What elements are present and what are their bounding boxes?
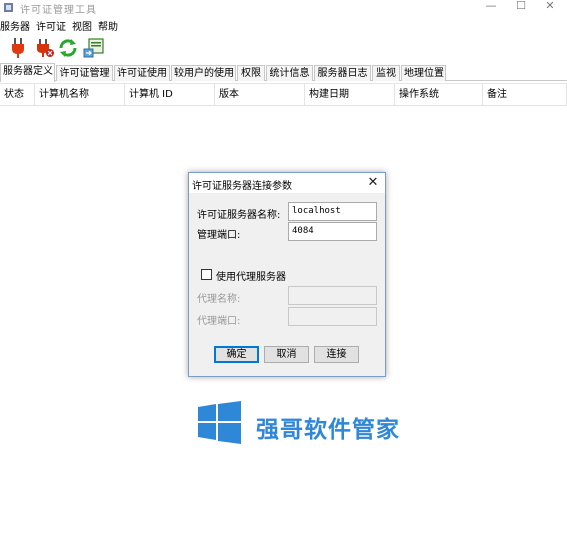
tab-license-management[interactable]: 许可证管理 [56,65,113,81]
dialog-title-bar: 许可证服务器连接参数 ✕ [189,173,385,193]
column-header-notes[interactable]: 备注 [483,84,567,106]
windows-logo [198,401,241,444]
server-name-input[interactable]: localhost [288,202,377,221]
toolbar [0,34,567,62]
cancel-button[interactable]: 取消 [264,346,309,363]
column-header-status[interactable]: 状态 [0,84,35,106]
column-header-computer-name[interactable]: 计算机名称 [35,84,125,106]
column-header-os[interactable]: 操作系统 [395,84,483,106]
tab-permissions[interactable]: 权限 [237,65,265,81]
menu-view[interactable]: 视图 [72,18,92,33]
tab-bar: 服务器定义 许可证管理 许可证使用 较用户的使用 权限 统计信息 服务器日志 监… [0,63,567,82]
port-label: 管理端口: [197,230,241,241]
refresh-icon[interactable] [57,37,79,59]
tab-monitor[interactable]: 监视 [372,65,400,81]
port-input[interactable]: 4084 [288,222,377,241]
menu-license[interactable]: 许可证 [36,18,66,33]
ok-button[interactable]: 确定 [214,346,259,363]
use-proxy-checkbox[interactable] [201,269,212,280]
column-header-build-date[interactable]: 构建日期 [305,84,395,106]
dialog-title: 许可证服务器连接参数 [192,181,292,192]
proxy-name-label: 代理名称: [197,294,241,305]
tab-geo-location[interactable]: 地理位置 [401,65,446,81]
menu-server[interactable]: 服务器 [0,18,30,33]
connection-dialog: 许可证服务器连接参数 ✕ 许可证服务器名称: localhost 管理端口: 4… [188,172,386,377]
plug-connect-icon[interactable] [7,37,29,59]
dialog-close-button[interactable]: ✕ [365,175,381,191]
window-title: 许可证管理工具 [20,5,97,16]
column-header-computer-id[interactable]: 计算机 ID [125,84,215,106]
tab-license-usage[interactable]: 许可证使用 [114,65,170,81]
tab-server-log[interactable]: 服务器日志 [314,65,371,81]
title-bar: 许可证管理工具 — ☐ ✕ [0,0,567,16]
proxy-name-input[interactable] [288,286,377,305]
menu-help[interactable]: 帮助 [98,18,118,33]
connect-button[interactable]: 连接 [314,346,359,363]
proxy-port-input[interactable] [288,307,377,326]
tab-usage-by-user[interactable]: 较用户的使用 [171,65,236,81]
tab-server-definition[interactable]: 服务器定义 [0,63,55,82]
watermark-text: 强哥软件管家 [256,417,400,443]
use-proxy-label[interactable]: 使用代理服务器 [216,268,286,283]
plug-disconnect-icon[interactable] [33,37,55,59]
tab-statistics[interactable]: 统计信息 [266,65,313,81]
proxy-port-label: 代理端口: [197,316,241,327]
minimize-button[interactable]: — [474,0,508,14]
app-window: 许可证管理工具 — ☐ ✕ 服务器 许可证 视图 帮助 服务器定义 许可证管理 … [0,0,567,546]
column-header-version[interactable]: 版本 [215,84,305,106]
server-name-label: 许可证服务器名称: [197,210,281,221]
menu-bar: 服务器 许可证 视图 帮助 [0,17,567,33]
export-icon[interactable] [83,37,105,59]
close-button[interactable]: ✕ [533,0,567,14]
app-icon [4,3,13,12]
